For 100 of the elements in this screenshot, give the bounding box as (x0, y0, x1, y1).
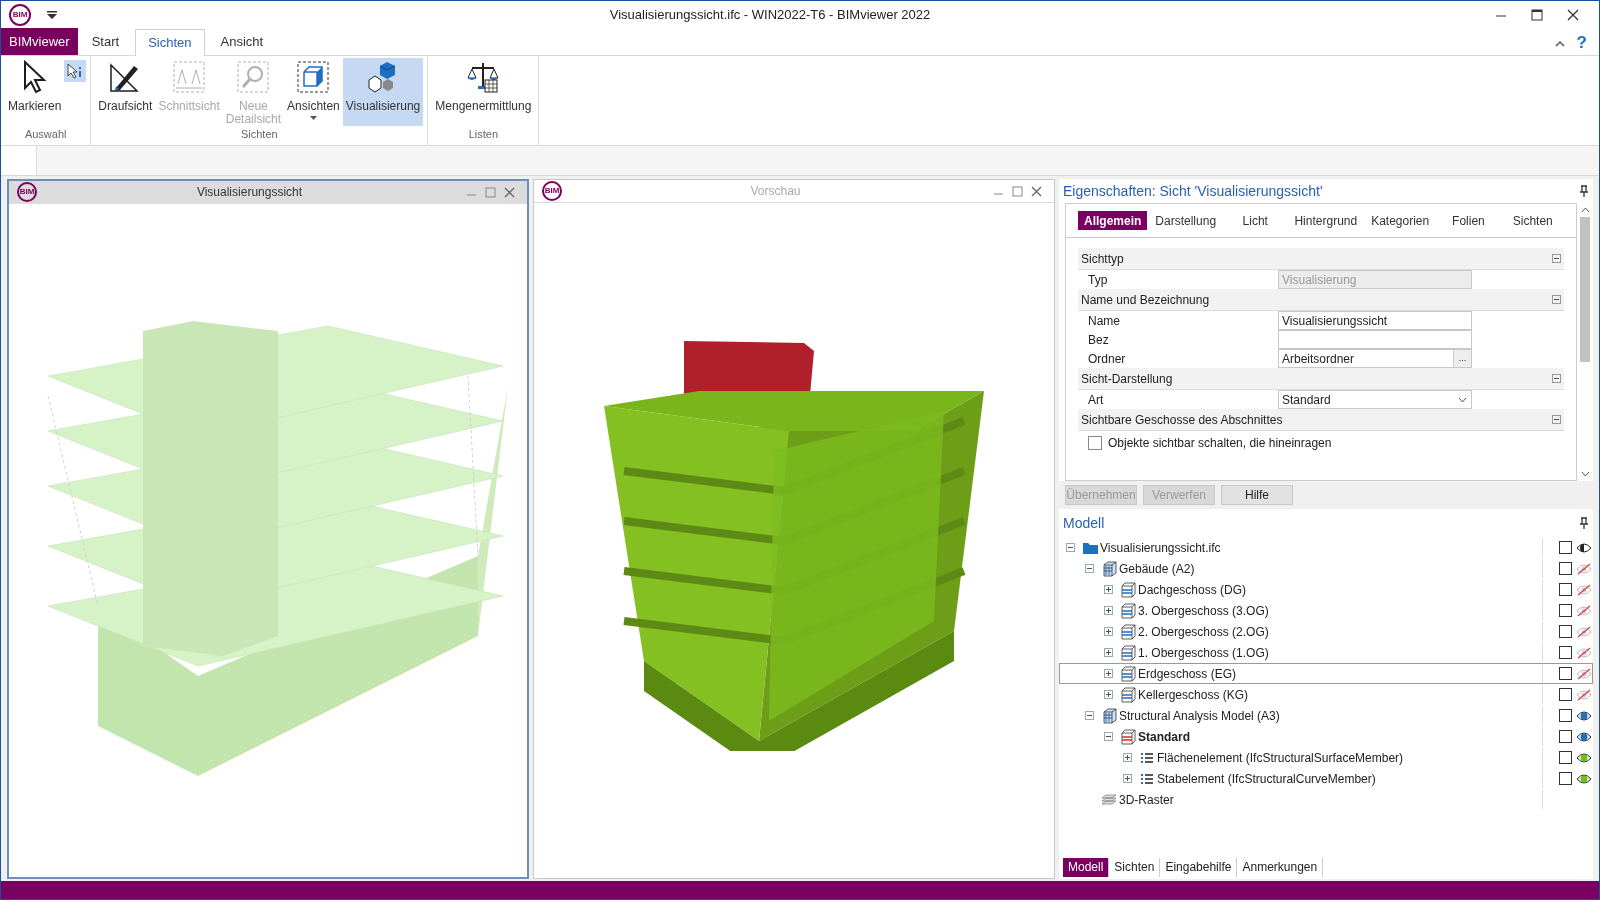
panel-tab[interactable]: Modell (1063, 857, 1110, 877)
building-icon (1101, 560, 1117, 577)
scroll-up-icon[interactable] (1580, 207, 1590, 213)
panel-tab[interactable]: Anmerkungen (1237, 857, 1324, 877)
panel-tab[interactable]: Eingabehilfe (1160, 857, 1238, 877)
property-tab[interactable]: Licht (1224, 211, 1287, 230)
expand-icon[interactable] (1104, 648, 1113, 657)
ribbon-tab[interactable]: Start (79, 28, 132, 55)
tree-row[interactable]: Stabelement (IfcStructuralCurveMember) (1059, 768, 1593, 789)
view-title: Visualisierungssicht (195, 184, 304, 201)
checkbox[interactable] (1559, 751, 1572, 764)
checkbox[interactable] (1559, 562, 1572, 575)
checkbox[interactable] (1559, 583, 1572, 596)
expand-icon[interactable] (1104, 585, 1113, 594)
half-eye-icon[interactable] (1576, 541, 1592, 554)
select-field[interactable]: Standard (1278, 390, 1472, 409)
crossed-eye-icon[interactable] (1576, 625, 1592, 638)
expand-icon[interactable] (1104, 669, 1113, 678)
tree-row[interactable]: Flächenelement (IfcStructuralSurfaceMember) (1059, 747, 1593, 768)
checkbox[interactable] (1559, 709, 1572, 722)
collapse-icon[interactable] (1085, 711, 1094, 720)
section-header[interactable]: Sicht-Darstellung (1078, 368, 1564, 390)
expand-icon[interactable] (1104, 627, 1113, 636)
ribbon-button[interactable]: Ansichten (284, 58, 343, 126)
tree-row[interactable]: 3. Obergeschoss (3.OG) (1059, 600, 1593, 621)
ribbon-button[interactable]: Draufsicht (95, 58, 156, 126)
checkbox[interactable] (1559, 625, 1572, 638)
checkbox[interactable] (1559, 604, 1572, 617)
collapse-icon[interactable] (1085, 564, 1094, 573)
section-header[interactable]: Sichttyp (1078, 248, 1564, 270)
panel-title: Modell (1063, 513, 1106, 533)
collapse-icon (1552, 374, 1561, 383)
property-label: Name (1087, 312, 1121, 330)
checkbox[interactable] (1559, 730, 1572, 743)
tree-row[interactable]: 3D-Raster (1059, 789, 1593, 810)
expand-icon[interactable] (1104, 606, 1113, 615)
ribbon-button[interactable]: Markieren (5, 58, 65, 126)
tree-row[interactable]: Kellergeschoss (KG) (1059, 684, 1593, 705)
expand-icon[interactable] (1123, 753, 1132, 762)
dropdown-caret-icon[interactable] (47, 10, 57, 19)
tree-row[interactable]: Visualisierungssicht.ifc (1059, 537, 1593, 558)
tree-row[interactable]: Erdgeschoss (EG) (1059, 663, 1593, 684)
pin-icon[interactable] (1579, 517, 1589, 529)
checkbox[interactable] (1559, 541, 1572, 554)
input-field[interactable]: Visualisierungssicht (1278, 311, 1472, 330)
tree-row[interactable]: Gebäude (A2) (1059, 558, 1593, 579)
tree-row[interactable]: 1. Obergeschoss (1.OG) (1059, 642, 1593, 663)
storey-icon (1120, 686, 1136, 703)
help-icon[interactable]: ? (1576, 34, 1587, 51)
property-tab[interactable]: Kategorien (1365, 211, 1436, 230)
checkbox[interactable] (1559, 667, 1572, 680)
property-tab[interactable]: Hintergrund (1288, 211, 1364, 230)
ribbon-button[interactable]: Mengenermittlung (432, 58, 535, 126)
collapse-icon[interactable] (1066, 543, 1075, 552)
property-tab[interactable]: Allgemein (1078, 211, 1148, 230)
checkbox[interactable] (1559, 772, 1572, 785)
expand-icon[interactable] (1104, 690, 1113, 699)
collapse-icon[interactable] (1104, 732, 1113, 741)
input-field[interactable]: Arbeitsordner ... (1278, 349, 1472, 368)
panel-tab[interactable]: Sichten (1109, 857, 1161, 877)
crossed-eye-icon[interactable] (1576, 604, 1592, 617)
section-header[interactable]: Name und Bezeichnung (1078, 289, 1564, 311)
property-label: Typ (1087, 271, 1109, 289)
close-icon[interactable] (1567, 8, 1579, 21)
tree-row[interactable]: Standard (1059, 726, 1593, 747)
property-tab[interactable]: Sichten (1501, 211, 1564, 230)
crossed-eye-icon[interactable] (1576, 667, 1592, 680)
scroll-down-icon[interactable] (1580, 471, 1590, 477)
property-tab[interactable]: Darstellung (1149, 211, 1223, 230)
tree-row[interactable]: Dachgeschoss (DG) (1059, 579, 1593, 600)
checkbox[interactable] (1559, 688, 1572, 701)
crossed-eye-icon[interactable] (1576, 583, 1592, 596)
tree-label: 1. Obergeschoss (1.OG) (1138, 644, 1269, 662)
pin-icon[interactable] (1579, 185, 1589, 197)
eye-icon[interactable] (1576, 772, 1592, 785)
expand-icon[interactable] (1123, 774, 1132, 783)
input-field[interactable] (1278, 330, 1472, 349)
property-tab[interactable]: Folien (1437, 211, 1500, 230)
eye-icon[interactable] (1576, 751, 1592, 764)
crossed-eye-icon[interactable] (1576, 646, 1592, 659)
ribbon-tab[interactable]: Ansicht (208, 28, 276, 55)
info-select-button[interactable] (64, 60, 87, 82)
crossed-eye-icon[interactable] (1576, 688, 1592, 701)
browse-button[interactable]: ... (1453, 350, 1471, 367)
eye-icon[interactable] (1576, 730, 1592, 743)
section-header[interactable]: Sichtbare Geschosse des Abschnittes (1078, 409, 1564, 431)
eye-icon[interactable] (1576, 709, 1592, 722)
crossed-eye-icon[interactable] (1576, 562, 1592, 575)
ribbon-button[interactable]: Visualisierung (342, 58, 424, 126)
tree-label: 2. Obergeschoss (2.OG) (1138, 623, 1269, 641)
collapse-ribbon-icon[interactable] (1554, 40, 1565, 47)
tree-row[interactable]: 2. Obergeschoss (2.OG) (1059, 621, 1593, 642)
ribbon-tab[interactable]: Sichten (135, 29, 205, 56)
checkbox[interactable] (1088, 436, 1102, 450)
maximize-icon[interactable] (1531, 8, 1543, 21)
tree-row[interactable]: Structural Analysis Model (A3) (1059, 705, 1593, 726)
checkbox[interactable] (1559, 646, 1572, 659)
app-menu-tab[interactable]: BIMviewer (1, 28, 78, 55)
action-button[interactable]: Hilfe (1221, 485, 1293, 505)
close-icon[interactable] (1031, 185, 1042, 197)
